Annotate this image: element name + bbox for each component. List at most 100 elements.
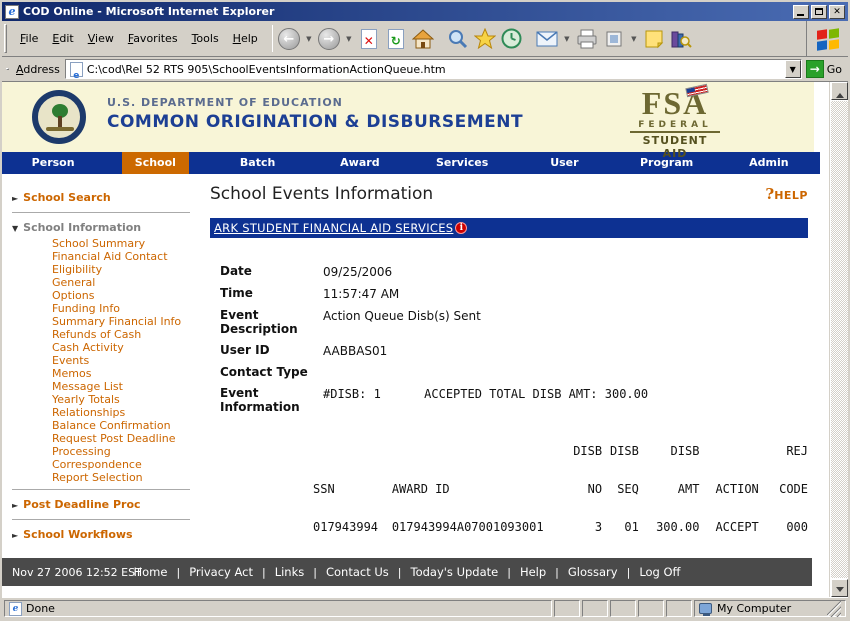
mail-button[interactable] bbox=[534, 25, 560, 53]
search-button[interactable] bbox=[445, 25, 471, 53]
sidebar-item-message-list[interactable]: Message List bbox=[52, 380, 202, 393]
header-cell: NO bbox=[565, 482, 602, 520]
sidebar-item-refunds-of-cash[interactable]: Refunds of Cash bbox=[52, 328, 202, 341]
sidebar-item-eligibility[interactable]: Eligibility bbox=[52, 263, 202, 276]
table-header-top: DISB DISB DISB REJ bbox=[313, 444, 808, 482]
field-value: AABBAS01 bbox=[323, 343, 387, 358]
scroll-up-button[interactable] bbox=[831, 82, 848, 100]
sidebar-item-relationships[interactable]: Relationships bbox=[52, 406, 202, 419]
history-button[interactable] bbox=[499, 25, 525, 53]
back-button[interactable]: ← bbox=[276, 25, 302, 53]
footer-link-privacy-act[interactable]: Privacy Act bbox=[180, 565, 262, 579]
sidebar-item-memos[interactable]: Memos bbox=[52, 367, 202, 380]
table-header-bottom: SSN AWARD ID NO SEQ AMT ACTION CODE bbox=[313, 482, 808, 520]
address-input[interactable]: e C:\cod\Rel 52 RTS 905\SchoolEventsInfo… bbox=[65, 59, 802, 79]
sidebar-item-cash-activity[interactable]: Cash Activity bbox=[52, 341, 202, 354]
favorites-button[interactable] bbox=[472, 25, 498, 53]
go-button[interactable]: → bbox=[806, 60, 824, 78]
address-label: Address bbox=[11, 63, 65, 76]
nav-tab-award[interactable]: Award bbox=[309, 152, 411, 174]
cell-award-id: 017943994A07001093001 bbox=[392, 520, 566, 558]
vertical-scrollbar[interactable] bbox=[829, 82, 848, 597]
footer-link-help[interactable]: Help bbox=[511, 565, 555, 579]
sidebar-section-school-workflows[interactable]: ►School Workflows bbox=[12, 525, 202, 544]
back-dropdown[interactable]: ▼ bbox=[303, 25, 315, 53]
sidebar-section-school-information[interactable]: ▼School Information bbox=[12, 218, 202, 237]
field-value: 09/25/2006 bbox=[323, 264, 392, 279]
footer-link-log-off[interactable]: Log Off bbox=[630, 565, 689, 579]
sidebar-item-events[interactable]: Events bbox=[52, 354, 202, 367]
minimize-button[interactable] bbox=[793, 5, 809, 19]
toolbar-grip[interactable] bbox=[4, 24, 7, 53]
header-cell: AWARD ID bbox=[392, 482, 566, 520]
menu-view[interactable]: View bbox=[81, 29, 121, 48]
menu-file[interactable]: File bbox=[13, 29, 45, 48]
nav-tab-person[interactable]: Person bbox=[2, 152, 104, 174]
address-bar: Address e C:\cod\Rel 52 RTS 905\SchoolEv… bbox=[2, 57, 848, 82]
nav-tab-school[interactable]: School bbox=[104, 152, 206, 174]
edit-button[interactable] bbox=[601, 25, 627, 53]
sidebar-item-request-post-deadline[interactable]: Request Post Deadline bbox=[52, 432, 202, 445]
nav-tab-batch[interactable]: Batch bbox=[207, 152, 309, 174]
home-button[interactable] bbox=[410, 25, 436, 53]
menu-help[interactable]: Help bbox=[226, 29, 265, 48]
info-icon[interactable]: i bbox=[455, 222, 467, 234]
maximize-button[interactable] bbox=[811, 5, 827, 19]
nav-tab-user[interactable]: User bbox=[513, 152, 615, 174]
menu-toolbar-row: File Edit View Favorites Tools Help ← ▼ … bbox=[2, 21, 848, 57]
field-event-description: Event Description Action Queue Disb(s) S… bbox=[220, 308, 808, 336]
collapsed-arrow-icon: ► bbox=[12, 531, 18, 540]
sidebar-item-funding-info[interactable]: Funding Info bbox=[52, 302, 202, 315]
sidebar-item-general[interactable]: General bbox=[52, 276, 202, 289]
scrollbar-track[interactable] bbox=[831, 101, 848, 578]
addressbar-grip[interactable] bbox=[6, 68, 9, 70]
menu-favorites[interactable]: Favorites bbox=[121, 29, 185, 48]
sidebar-section-post-deadline-proc[interactable]: ►Post Deadline Proc bbox=[12, 495, 202, 514]
sidebar-item-processing[interactable]: Processing bbox=[52, 445, 202, 458]
print-icon bbox=[576, 29, 598, 49]
nav-tab-label: Admin bbox=[736, 152, 801, 174]
menu-tools[interactable]: Tools bbox=[185, 29, 226, 48]
forward-button[interactable]: → bbox=[316, 25, 342, 53]
sidebar-item-report-selection[interactable]: Report Selection bbox=[52, 471, 202, 484]
forward-dropdown[interactable]: ▼ bbox=[343, 25, 355, 53]
address-dropdown[interactable]: ▼ bbox=[785, 60, 801, 78]
school-name-link[interactable]: ARK STUDENT FINANCIAL AID SERVICES bbox=[214, 221, 453, 235]
sidebar-item-school-summary[interactable]: School Summary bbox=[52, 237, 202, 250]
footer-link-links[interactable]: Links bbox=[266, 565, 314, 579]
history-icon bbox=[501, 28, 522, 49]
edit-dropdown[interactable]: ▼ bbox=[628, 25, 640, 53]
cell-disb-seq: 01 bbox=[602, 520, 639, 558]
chevron-down-icon: ▼ bbox=[564, 35, 569, 43]
stop-icon: ✕ bbox=[361, 29, 377, 49]
stop-button[interactable]: ✕ bbox=[356, 25, 382, 53]
scroll-down-button[interactable] bbox=[831, 579, 848, 597]
sidebar-item-financial-aid-contact[interactable]: Financial Aid Contact bbox=[52, 250, 202, 263]
help-link[interactable]: ?HELP bbox=[765, 184, 808, 203]
notes-button[interactable] bbox=[641, 25, 667, 53]
menu-edit[interactable]: Edit bbox=[45, 29, 80, 48]
field-event-information: Event Information #DISB: 1 ACCEPTED TOTA… bbox=[220, 386, 808, 414]
help-label: HELP bbox=[774, 189, 808, 202]
footer-link-glossary[interactable]: Glossary bbox=[559, 565, 627, 579]
footer-link-contact-us[interactable]: Contact Us bbox=[317, 565, 398, 579]
nav-tab-admin[interactable]: Admin bbox=[718, 152, 820, 174]
close-button[interactable]: ✕ bbox=[829, 5, 845, 19]
header-cell: CODE bbox=[769, 482, 808, 520]
refresh-button[interactable]: ↻ bbox=[383, 25, 409, 53]
address-value[interactable]: C:\cod\Rel 52 RTS 905\SchoolEventsInform… bbox=[87, 63, 785, 76]
mail-dropdown[interactable]: ▼ bbox=[561, 25, 573, 53]
footer-link-todays-update[interactable]: Today's Update bbox=[402, 565, 508, 579]
sidebar-item-summary-financial-info[interactable]: Summary Financial Info bbox=[52, 315, 202, 328]
sidebar-section-school-search[interactable]: ►School Search bbox=[12, 188, 202, 207]
print-button[interactable] bbox=[574, 25, 600, 53]
nav-tab-services[interactable]: Services bbox=[411, 152, 513, 174]
sidebar-item-correspondence[interactable]: Correspondence bbox=[52, 458, 202, 471]
sidebar-item-balance-confirmation[interactable]: Balance Confirmation bbox=[52, 419, 202, 432]
research-button[interactable] bbox=[668, 25, 694, 53]
resize-grip[interactable] bbox=[827, 601, 841, 617]
sidebar-item-options[interactable]: Options bbox=[52, 289, 202, 302]
help-question-icon: ? bbox=[765, 185, 774, 203]
favorites-star-icon bbox=[474, 28, 496, 49]
sidebar-item-yearly-totals[interactable]: Yearly Totals bbox=[52, 393, 202, 406]
